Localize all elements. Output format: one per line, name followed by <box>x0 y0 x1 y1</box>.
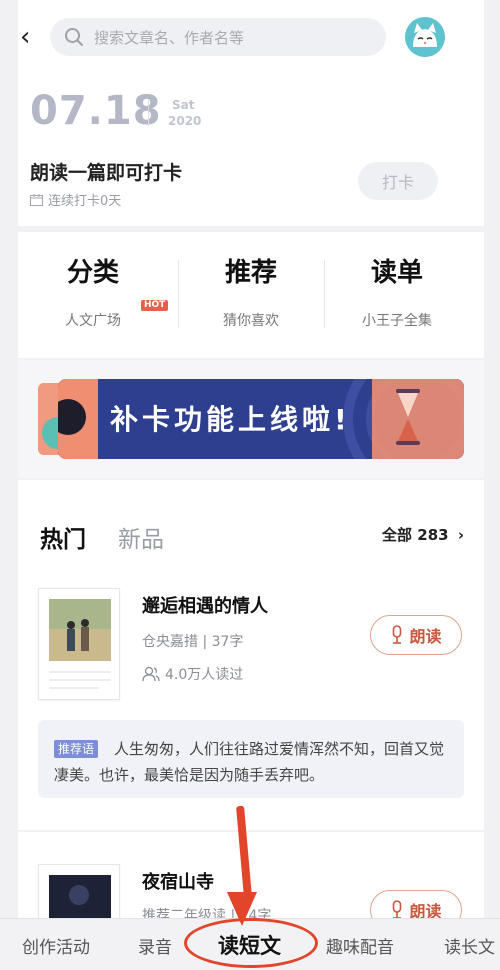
search-bar[interactable]: 搜索文章名、作者名等 <box>50 18 386 56</box>
hot-badge: HOT <box>141 300 169 311</box>
view-all-link[interactable]: 全部 283 › <box>382 524 464 545</box>
book-title[interactable]: 夜宿山寺 <box>142 868 214 894</box>
category-classify[interactable]: 分类 人文广场 HOT <box>18 232 169 358</box>
checkin-weekday: Sat <box>172 98 195 112</box>
nav-item-dubbing[interactable]: 趣味配音 <box>326 933 394 958</box>
checkin-title: 朗读一篇即可打卡 <box>30 162 183 184</box>
readers-count: 4.0万人读过 <box>165 667 244 683</box>
checkin-streak: 连续打卡0天 <box>30 190 121 209</box>
recommendation-box: 推荐语 人生匆匆，人们往往路过爱情浑然不知，回首又觉凄美。也许，最美恰是因为随手… <box>38 720 464 798</box>
annotation-circle <box>184 918 318 968</box>
book-readers: 4.0万人读过 <box>142 664 243 684</box>
date-divider <box>148 100 149 126</box>
nav-item-creation[interactable]: 创作活动 <box>22 933 90 958</box>
nav-item-recording[interactable]: 录音 <box>138 933 172 958</box>
users-icon <box>142 666 160 682</box>
book-cover[interactable] <box>38 588 120 700</box>
nav-item-long-text[interactable]: 读长文 <box>444 933 500 958</box>
checkin-year: 2020 <box>168 114 202 128</box>
category-reading-list[interactable]: 读单 小王子全集 <box>322 232 472 358</box>
category-recommend[interactable]: 推荐 猜你喜欢 <box>176 232 326 358</box>
read-aloud-label: 朗读 <box>409 627 442 646</box>
search-icon <box>65 28 83 46</box>
checkin-date: 07.18 <box>30 88 162 134</box>
calendar-icon <box>30 193 43 206</box>
view-all-label: 全部 283 <box>382 526 449 544</box>
avatar[interactable] <box>405 17 445 57</box>
chevron-right-icon: › <box>457 526 464 544</box>
cover-art <box>39 865 119 923</box>
cover-art <box>39 589 119 699</box>
category-title: 读单 <box>370 258 423 288</box>
category-row: 分类 人文广场 HOT 推荐 猜你喜欢 读单 小王子全集 <box>18 232 484 358</box>
book-title[interactable]: 邂逅相遇的情人 <box>142 592 268 618</box>
book-meta: 仓央嘉措 | 37字 <box>142 634 244 650</box>
category-subtitle: 猜你喜欢 <box>223 313 279 329</box>
book-cover[interactable] <box>38 864 120 924</box>
cat-avatar-icon <box>405 17 445 57</box>
recommend-text: 人生匆匆，人们往往路过爱情浑然不知，回首又觉凄美。也许，最美恰是因为随手丢弃吧。 <box>54 740 445 784</box>
category-subtitle: 小王子全集 <box>362 313 432 329</box>
tab-hot[interactable]: 热门 <box>40 520 86 554</box>
streak-label: 连续打卡0天 <box>48 194 122 209</box>
back-icon[interactable]: ‹ <box>20 22 30 52</box>
category-title: 推荐 <box>224 258 277 288</box>
tab-new[interactable]: 新品 <box>118 520 164 554</box>
banner-text: 补卡功能上线啦! <box>110 403 351 436</box>
category-title: 分类 <box>66 258 119 288</box>
microphone-icon <box>393 625 402 644</box>
search-placeholder: 搜索文章名、作者名等 <box>94 28 245 47</box>
microphone-icon <box>393 900 402 919</box>
checkin-button[interactable]: 打卡 <box>358 162 438 200</box>
read-aloud-button[interactable]: 朗读 <box>370 615 462 655</box>
category-subtitle: 人文广场 <box>65 313 121 329</box>
